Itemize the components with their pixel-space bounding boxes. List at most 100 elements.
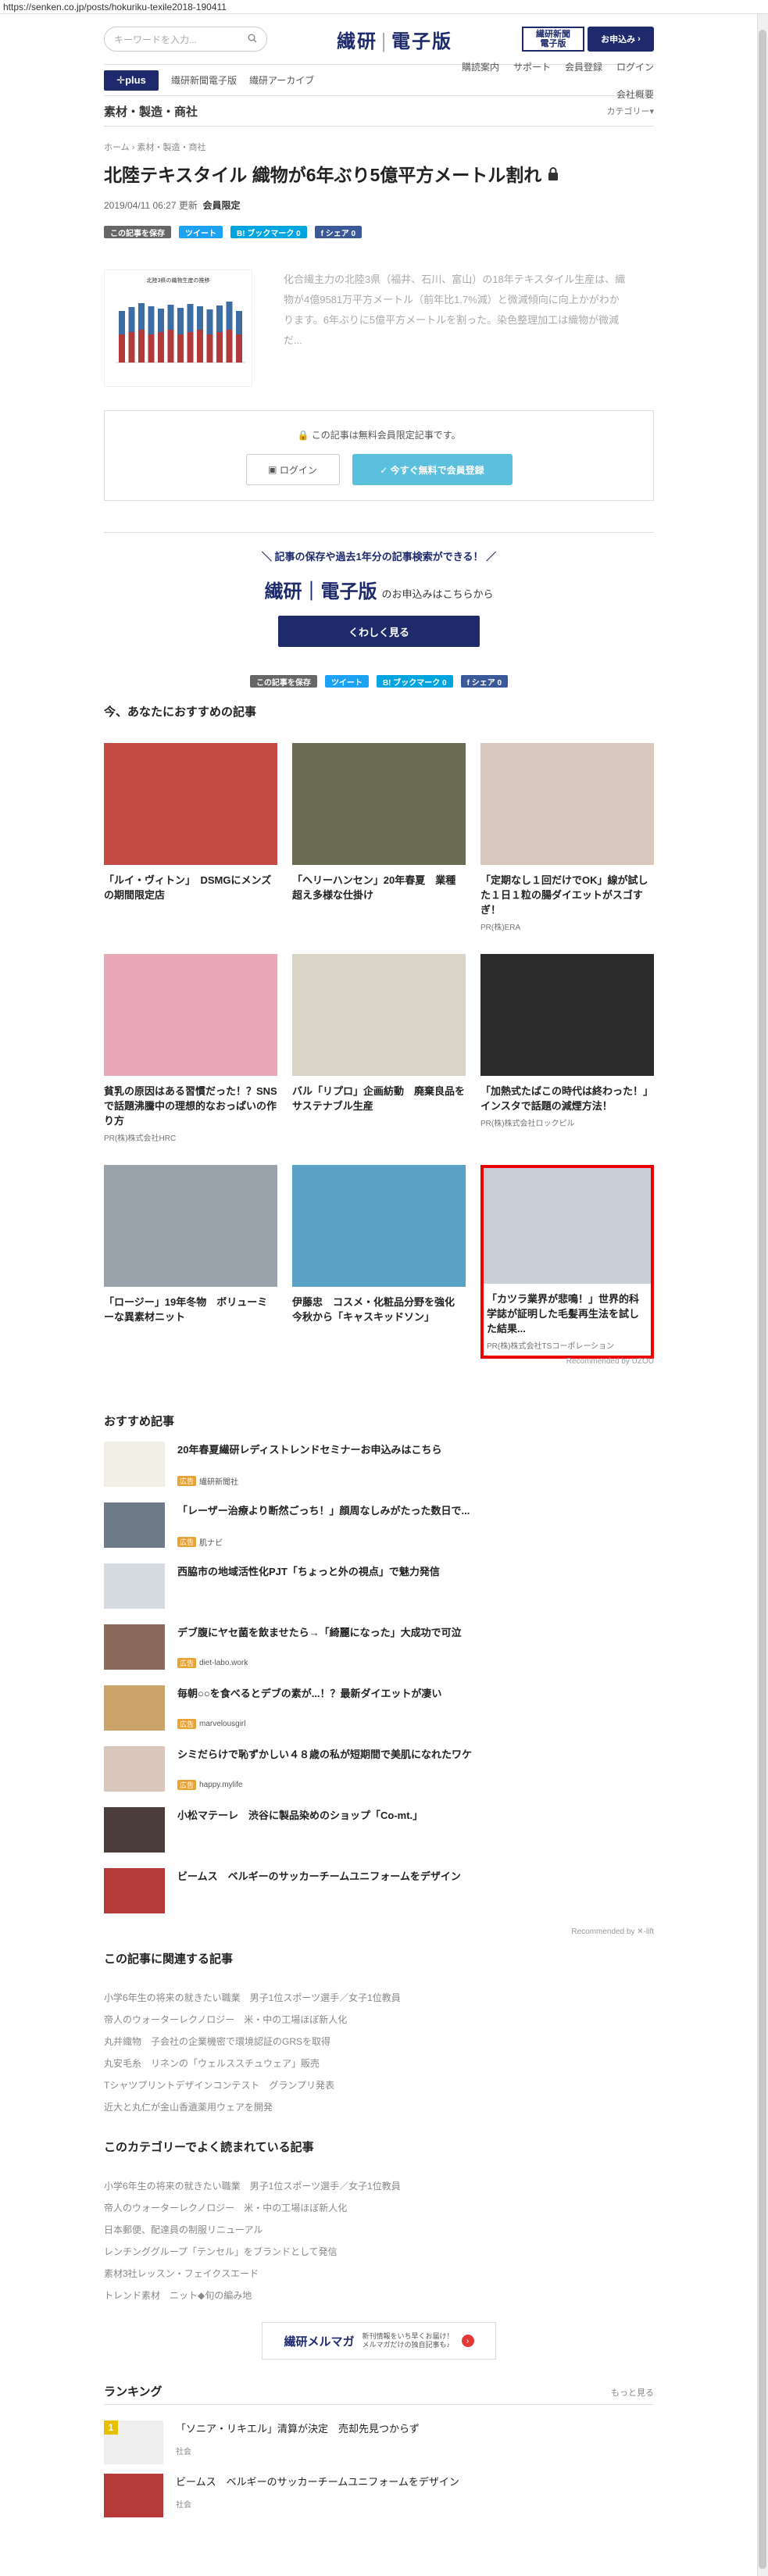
subscribe-button[interactable]: 繊研新聞 電子版 <box>522 27 584 52</box>
osusume-item[interactable]: ビームス ベルギーのサッカーチームユニフォームをデザイン <box>104 1868 654 1923</box>
related-link[interactable]: Tシャツプリントデザインコンテスト グランプリ発表 <box>104 2074 654 2096</box>
ranking-header: ランキング もっと見る <box>104 2383 654 2405</box>
recommend-pr: PR(株)ERA <box>480 924 521 932</box>
recommend-card[interactable]: 「ルイ・ヴィトン」 DSMGにメンズの期間限定店 <box>104 743 277 937</box>
recommend-caption: 「ヘリーハンセン」20年春夏 業種超え多様な仕掛け <box>292 874 456 901</box>
thumb-bar-upper <box>167 305 174 330</box>
osusume-item[interactable]: 小松マテーレ 渋谷に製品染めのショップ「Co-mt.」 <box>104 1807 654 1862</box>
recommend-card-highlighted[interactable]: 「カツラ業界が悲鳴！」世界的科学誌が証明した毛髪再生法を試した結果... PR(… <box>480 1165 654 1359</box>
nav-archive[interactable]: 繊研アーカイブ <box>249 73 314 87</box>
osusume-source-name: 肌ナビ <box>199 1539 223 1548</box>
thumb-bar-upper <box>236 311 242 334</box>
hatena-bookmark-button[interactable]: B! ブックマーク 0 <box>230 226 307 238</box>
save-article-button-2[interactable]: この記事を保存 <box>249 675 317 688</box>
mailmag-subtext: 新刊情報をいち早くお届け！ メルマガだけの独自記事も♪ <box>363 2332 454 2349</box>
popular-link[interactable]: 小学6年生の将来の就きたい職業 男子1位スポーツ選手／女子1位教員 <box>104 2175 654 2197</box>
related-link[interactable]: 近大と丸仁が金山香遺薬用ウェアを開発 <box>104 2096 654 2118</box>
rank-number: 1 <box>104 2421 118 2435</box>
osusume-item[interactable]: デブ腹にヤセ菌を飲ませたら→「綺麗になった」大成功で可泣 広告 diet-labo.… <box>104 1624 654 1679</box>
ranking-title: ランキング <box>104 2385 163 2399</box>
related-link[interactable]: 丸井織物 子会社の企業機密で環境認証のGRSを取得 <box>104 2031 654 2053</box>
page: キーワードを入力... 繊研 | 電子版 繊研新聞 電子版 お申込み › ✛plus… <box>104 14 654 2517</box>
popular-link[interactable]: トレンド素材 ニット◆旬の編み地 <box>104 2285 654 2306</box>
ranking-more-link[interactable]: もっと見る <box>611 2386 654 2399</box>
osusume-item[interactable]: 「レーザー治療より断然ごっち！」顔周なしみがたった数日で... 広告 肌ナビ <box>104 1502 654 1557</box>
nav-support[interactable]: サポート <box>513 60 551 73</box>
nav-denshiban[interactable]: 繊研新聞電子版 <box>171 73 237 87</box>
thumb-bar-upper <box>138 303 145 330</box>
osusume-image <box>104 1807 165 1853</box>
related-link[interactable]: 丸安毛糸 リネンの「ウェルススチュウェア」販売 <box>104 2053 654 2074</box>
recommend-card[interactable]: バル「リプロ」企画紡動 廃棄良品をサステナブル生産 <box>292 954 466 1148</box>
search-icon[interactable] <box>248 34 257 45</box>
ranking-title-text: 「ソニア・リキエル」清算が決定 売却先見つからず <box>176 2423 420 2435</box>
popular-link[interactable]: 帝人のウォーターレクノロジー 米・中の工場ほぼ新人化 <box>104 2197 654 2219</box>
category-dropdown[interactable]: カテゴリー▾ <box>606 105 654 117</box>
osusume-item-title: 小松マテーレ 渋谷に製品染めのショップ「Co-mt.」 <box>177 1810 423 1821</box>
recommend-card[interactable]: 貧乳の原因はある習慣だった！？SNSで話題沸騰中の理想的なおっぱいの作り方 PR… <box>104 954 277 1148</box>
thumb-bar-lower <box>167 330 174 363</box>
related-title: この記事に関連する記事 <box>104 1953 234 1966</box>
tweet-button-2[interactable]: ツイート <box>324 675 369 688</box>
ranking-item[interactable]: 1 「ソニア・リキエル」清算が決定 売却先見つからず 社会 <box>104 2421 654 2464</box>
recommend-caption: 「定期なし１回だけでOK」線が試した１日１粒の腸ダイエットがスゴすぎ！ <box>480 874 648 916</box>
register-button[interactable]: ✓ 今すぐ無料で会員登録 <box>352 454 513 485</box>
nav-company[interactable]: 会社概要 <box>616 88 654 101</box>
recommend-image <box>480 954 654 1076</box>
related-link[interactable]: 帝人のウォーターレクノロジー 米・中の工場ほぼ新人化 <box>104 2009 654 2031</box>
osusume-source: 広告 肌ナビ <box>177 1536 470 1548</box>
popular-link[interactable]: 日本郵便、配達員の制服リニューアル <box>104 2219 654 2241</box>
osusume-item[interactable]: 毎朝○○を食べるとデブの素が...！？最新ダイエットが凄い 広告 marvelous… <box>104 1685 654 1740</box>
popular-link[interactable]: レンチンググループ「テンセル」をブランドとして発信 <box>104 2241 654 2263</box>
recommend-card[interactable]: 「ロージー」19年冬物 ボリューミーな異素材ニット <box>104 1165 277 1359</box>
recommend-card[interactable]: 「ヘリーハンセン」20年春夏 業種超え多様な仕掛け <box>292 743 466 937</box>
breadcrumb[interactable]: ホーム › 素材・製造・商社 <box>104 141 654 153</box>
nav-kodoku[interactable]: 購読案内 <box>462 60 499 73</box>
related-link[interactable]: 小学6年生の将来の就きたい職業 男子1位スポーツ選手／女子1位教員 <box>104 1987 654 2009</box>
nav-register[interactable]: 会員登録 <box>565 60 602 73</box>
address-bar[interactable]: https://senken.co.jp/posts/hokuriku-texi… <box>0 0 768 14</box>
osusume-item[interactable]: 西脇市の地域活性化PJT「ちょっと外の視点」で魅力発信 <box>104 1563 654 1618</box>
article-chart-thumbnail[interactable]: 北陸3県の織物生産の推移 <box>104 270 252 387</box>
scrollbar[interactable] <box>757 14 768 2576</box>
plus-button[interactable]: ✛plus <box>104 70 159 91</box>
save-article-button[interactable]: この記事を保存 <box>104 226 171 238</box>
osusume-item-title: 西脇市の地域活性化PJT「ちょっと外の視点」で魅力発信 <box>177 1566 440 1577</box>
thumb-bar-lower <box>197 330 203 363</box>
apply-button[interactable]: お申込み › <box>588 27 654 52</box>
thumb-bar-upper <box>128 307 135 332</box>
header-actions: 繊研新聞 電子版 お申込み › <box>522 27 654 52</box>
ad-badge: 広告 <box>177 1719 197 1729</box>
recommend-image <box>104 743 277 865</box>
osusume-section: おすすめ記事 20年春夏繊研レディストレンドセミナーお申込みはこちら 広告 繊研新聞… <box>104 1413 654 1936</box>
recommend-pr: PR(株)株式会社ロックピル <box>480 1120 575 1128</box>
facebook-share-button-2[interactable]: f シェア 0 <box>460 675 509 688</box>
hatena-bookmark-button-2[interactable]: B! ブックマーク 0 <box>376 675 453 688</box>
ranking-item[interactable]: ビームス ベルギーのサッカーチームユニフォームをデザイン 社会 <box>104 2474 654 2517</box>
xlift-credit[interactable]: Recommended by ✕-lift <box>104 1928 654 1936</box>
nav-login[interactable]: ログイン <box>616 60 654 73</box>
facebook-share-button[interactable]: f シェア 0 <box>314 226 363 238</box>
osusume-image <box>104 1685 165 1731</box>
tweet-button[interactable]: ツイート <box>179 226 223 238</box>
login-button[interactable]: ▣ ログイン <box>245 454 340 485</box>
osusume-item[interactable]: 20年春夏繊研レディストレンドセミナーお申込みはこちら 広告 繊研新聞社 <box>104 1442 654 1496</box>
mailmag-banner[interactable]: 繊研メルマガ 新刊情報をいち早くお届け！ メルマガだけの独自記事も♪ › <box>262 2322 496 2360</box>
osusume-item-title: デブ腹にヤセ菌を飲ませたら→「綺麗になった」大成功で可泣 <box>177 1627 462 1638</box>
recommend-card[interactable]: 「定期なし１回だけでOK」線が試した１日１粒の腸ダイエットがスゴすぎ！ PR(株… <box>480 743 654 937</box>
thumb-bar-upper <box>177 308 184 334</box>
osusume-item[interactable]: シミだらけで恥ずかしい４８歳の私が短期間で美肌になれたワケ 広告 happy.myl… <box>104 1746 654 1801</box>
site-logo[interactable]: 繊研 | 電子版 <box>337 26 452 53</box>
promo-more-button[interactable]: くわしく見る <box>278 616 480 647</box>
recommend-card[interactable]: 伊藤忠 コスメ・化粧品分野を強化 今秋から「キャスキッドソン」 <box>292 1165 466 1359</box>
osusume-title: おすすめ記事 <box>104 1415 175 1428</box>
popular-link[interactable]: 素材3社レッスン・フェイクスエード <box>104 2263 654 2285</box>
recommend-pr: PR(株)株式会社TSコーポレーション <box>487 1342 615 1351</box>
recommend-card[interactable]: 「加熱式たばこの時代は終わった！」インスタで話題の減煙方法！ PR(株)株式会社… <box>480 954 654 1148</box>
scrollbar-thumb[interactable] <box>759 30 766 2569</box>
ad-badge: 広告 <box>177 1476 197 1486</box>
thumb-bar-lower <box>226 330 233 363</box>
search-input[interactable]: キーワードを入力... <box>104 27 267 52</box>
category-title[interactable]: 素材・製造・商社 <box>104 103 198 120</box>
recommend-caption: 「カツラ業界が悲鳴！」世界的科学誌が証明した毛髪再生法を試した結果... <box>487 1293 640 1334</box>
